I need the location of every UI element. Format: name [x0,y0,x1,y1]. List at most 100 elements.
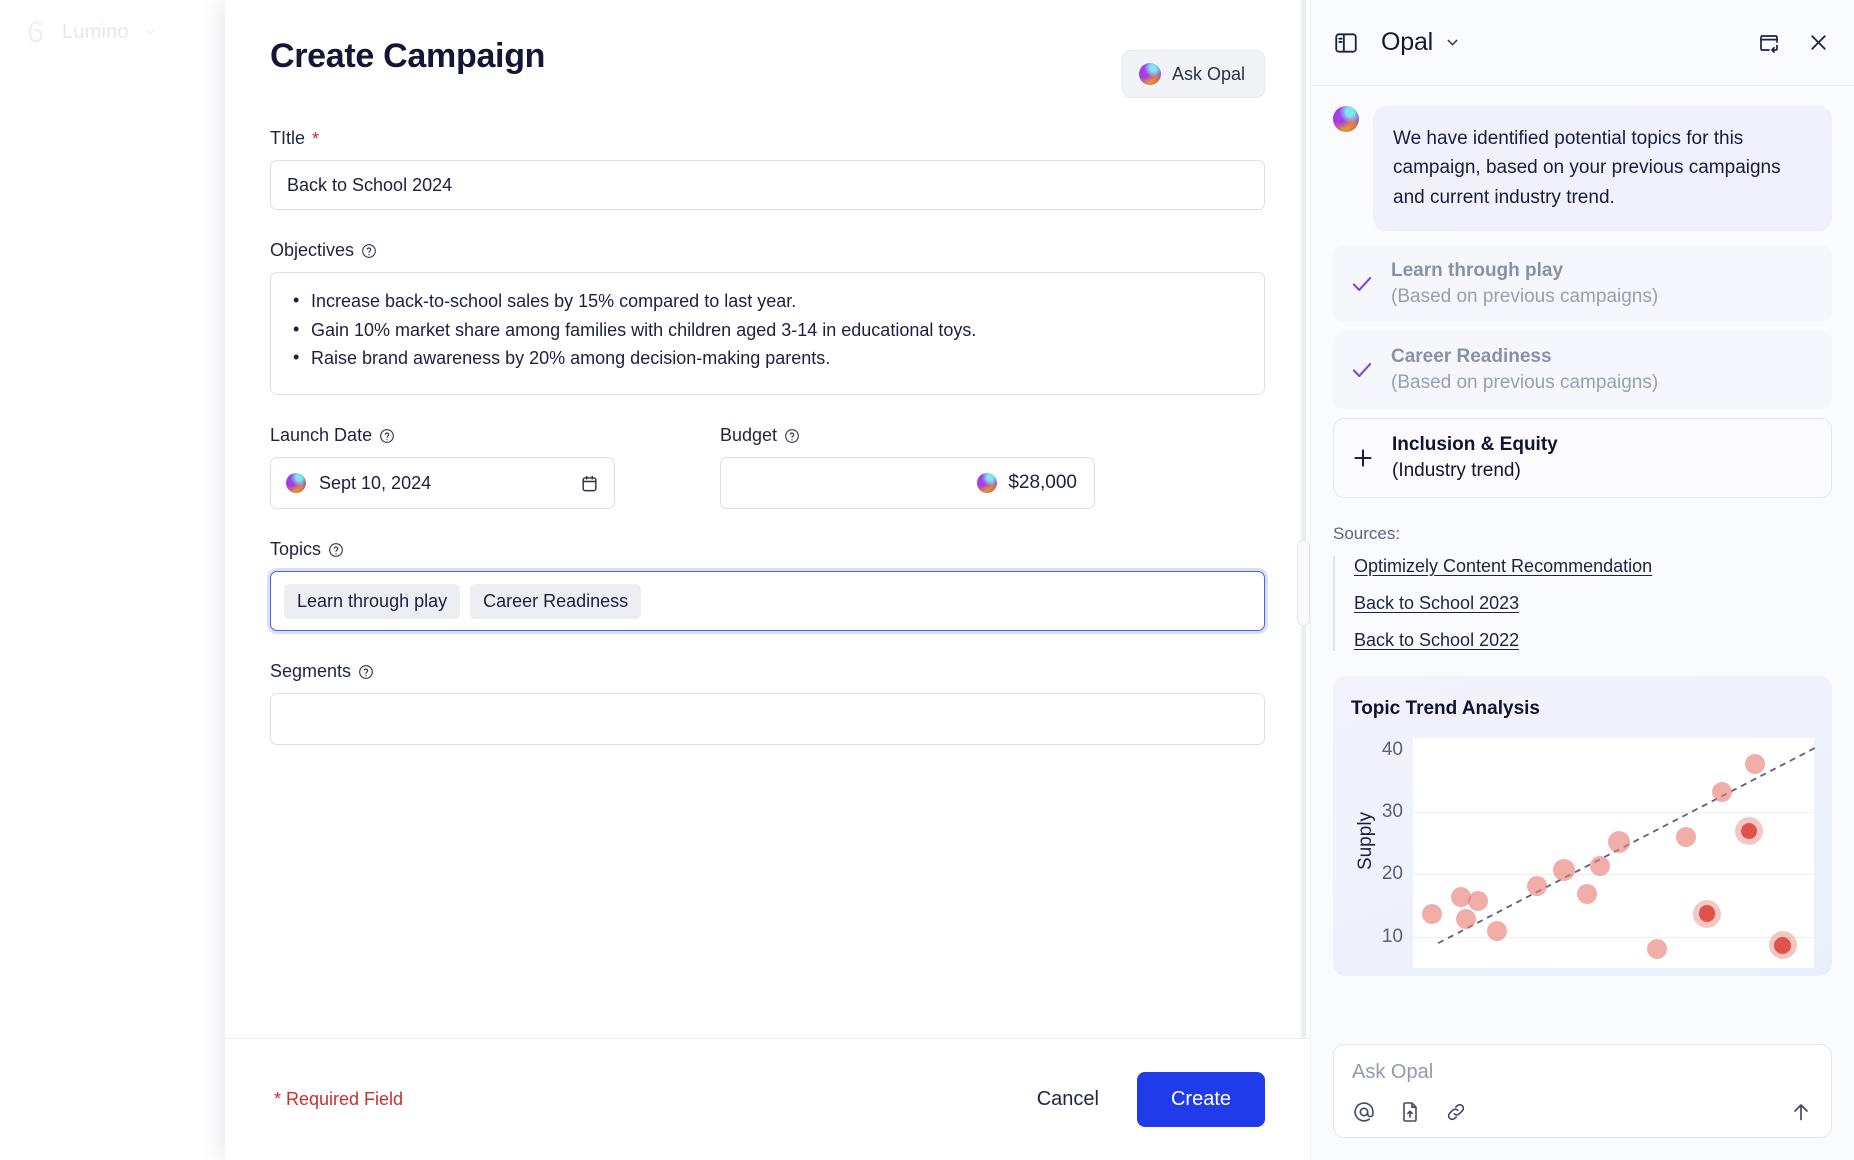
launch-date-input[interactable]: Sept 10, 2024 [270,457,615,509]
help-circle-icon[interactable] [784,428,800,444]
footer-actions: Cancel Create [1033,1072,1265,1127]
budget-value: $28,000 [1008,472,1077,493]
calendar-icon[interactable] [580,474,599,493]
chart-gridline [1413,812,1814,814]
required-field-note: * Required Field [274,1089,404,1109]
chart-data-point [1693,899,1721,928]
at-mention-icon[interactable] [1352,1100,1376,1124]
required-marker: * [312,128,320,149]
opal-assistant-panel: Opal We have identified potential topics… [1310,0,1854,1160]
opal-input-area [1311,1030,1854,1160]
chart-y-tick: 30 [1381,801,1403,823]
suggestion-inclusion-equity[interactable]: Inclusion & Equity (Industry trend) [1333,418,1832,498]
chart-data-point [1735,816,1763,845]
source-link[interactable]: Optimizely Content Recommendation [1354,556,1652,577]
field-topics-label: Topics [270,539,1265,560]
chart-data-point [1711,781,1732,802]
objectives-textarea[interactable]: Increase back-to-school sales by 15% com… [270,272,1265,395]
modal-scroll-region: Create Campaign Ask Opal TItle * Objecti… [225,0,1310,1038]
field-budget-label-text: Budget [720,425,778,445]
close-icon[interactable] [1807,31,1830,54]
topic-trend-chart-card: Topic Trend Analysis Supply 10 20 30 40 [1333,675,1832,976]
topic-chip[interactable]: Learn through play [284,583,461,619]
field-launch-date: Launch Date Sept 10, 2024 [270,425,615,509]
objective-item: Increase back-to-school sales by 15% com… [289,288,1248,315]
objectives-list: Increase back-to-school sales by 15% com… [289,288,1248,372]
launch-date-value: Sept 10, 2024 [319,472,432,493]
field-segments-label: Segments [270,661,1265,682]
sources-list: Optimizely Content Recommendation Back t… [1333,555,1832,651]
chart-data-point [1487,921,1507,942]
chart-data-point [1646,939,1667,960]
create-button[interactable]: Create [1136,1072,1265,1127]
ask-opal-button[interactable]: Ask Opal [1121,50,1265,98]
field-objectives-label: Objectives [270,240,1265,261]
modal-header: Create Campaign Ask Opal [270,0,1265,98]
help-circle-icon[interactable] [379,428,395,444]
suggestion-career-readiness[interactable]: Career Readiness (Based on previous camp… [1333,331,1832,410]
create-campaign-modal: Create Campaign Ask Opal TItle * Objecti… [225,0,1310,1160]
field-segments: Segments [270,661,1265,745]
chevron-down-icon[interactable] [1444,34,1461,51]
chart-trendline [1437,746,1817,944]
link-icon[interactable] [1444,1100,1468,1124]
segments-input[interactable] [270,693,1265,745]
source-link[interactable]: Back to School 2022 [1354,630,1519,651]
cancel-button[interactable]: Cancel [1033,1082,1103,1117]
opal-input-box[interactable] [1333,1044,1832,1138]
opal-orb-icon [286,473,306,493]
title-input[interactable] [270,160,1265,210]
check-icon [1352,363,1372,378]
scatter-plot: 10 20 30 40 [1382,737,1817,968]
suggestion-learn-through-play[interactable]: Learn through play (Based on previous ca… [1333,244,1832,323]
help-circle-icon[interactable] [358,664,374,680]
field-budget-label: Budget [720,425,1095,446]
suggestion-source: (Industry trend) [1392,459,1521,481]
opal-orb-icon [977,473,998,493]
suggestion-name: Career Readiness [1391,346,1552,368]
suggestion-name: Inclusion & Equity [1392,434,1558,456]
date-budget-row: Launch Date Sept 10, 2024 Budget $28,000 [270,425,1265,509]
page-title: Create Campaign [270,37,546,75]
chart-gridline [1413,874,1814,876]
chart-data-point [1553,859,1576,882]
help-circle-icon[interactable] [328,542,344,558]
ask-opal-input[interactable] [1352,1061,1813,1100]
field-title-label-text: TItle [270,128,306,148]
field-topics: Topics Learn through play Career Readine… [270,539,1265,631]
chart-data-point [1768,931,1797,960]
field-objectives: Objectives Increase back-to-school sales… [270,240,1265,395]
open-in-panel-icon[interactable] [1757,31,1781,55]
topics-input[interactable]: Learn through play Career Readiness [270,571,1265,631]
suggestion-text: Inclusion & Equity (Industry trend) [1392,432,1558,484]
panel-layout-icon[interactable] [1333,30,1359,56]
opal-panel-header: Opal [1311,0,1854,86]
sources-label: Sources: [1333,523,1401,543]
modal-scrollbar-thumb[interactable] [1297,540,1310,626]
field-budget: Budget $28,000 [720,425,1095,509]
opal-orb-icon [1138,63,1161,85]
source-link[interactable]: Back to School 2023 [1354,593,1519,614]
ask-opal-label: Ask Opal [1171,63,1245,84]
plus-icon [1354,449,1372,467]
suggestion-source: (Based on previous campaigns) [1391,285,1659,307]
modal-scrollbar-track[interactable] [1301,0,1306,1038]
chart-y-tick: 40 [1381,739,1403,761]
chart-data-point [1526,875,1547,896]
opal-panel-title: Opal [1381,28,1434,56]
objective-item: Raise brand awareness by 20% among decis… [289,345,1248,372]
assistant-message: We have identified potential topics for … [1333,106,1832,231]
topic-chip[interactable]: Career Readiness [470,583,642,619]
app-sidebar-rail [0,0,225,1160]
file-upload-icon[interactable] [1398,1100,1422,1124]
field-launch-date-label-text: Launch Date [270,425,373,445]
suggestion-text: Career Readiness (Based on previous camp… [1391,344,1658,396]
send-arrow-up-icon[interactable] [1789,1100,1813,1124]
check-icon [1352,276,1372,291]
chart-data-point [1589,855,1610,876]
chart-data-point [1455,908,1476,929]
opal-orb-icon [1333,106,1359,132]
help-circle-icon[interactable] [361,243,377,259]
app-brand-bar[interactable]: Lumino [0,0,225,64]
budget-input[interactable]: $28,000 [720,457,1095,509]
